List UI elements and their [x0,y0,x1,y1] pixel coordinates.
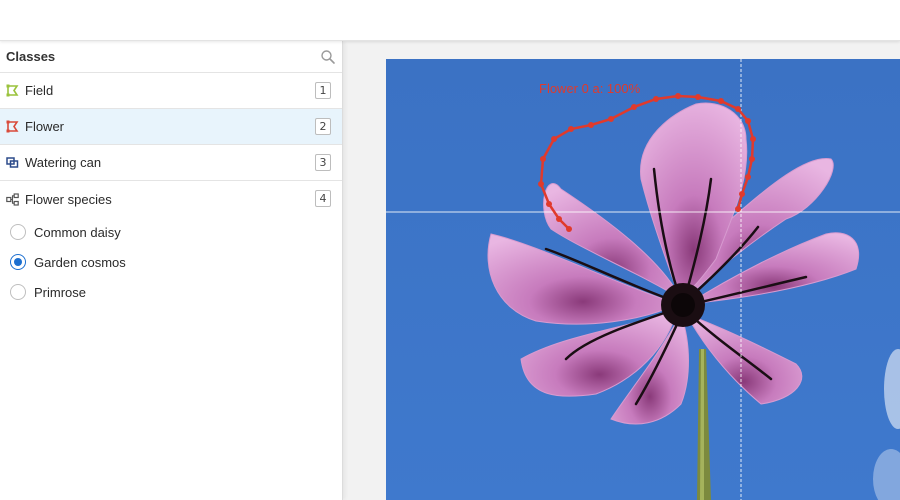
class-label: Watering can [25,155,102,170]
hotkey-badge: 4 [315,190,331,207]
annotated-image[interactable]: Flower 0 a: 100% [386,59,900,500]
class-item-watering-can[interactable]: Watering can 3 [0,145,342,181]
top-toolbar [0,0,900,41]
class-item-flower-species[interactable]: Flower species 4 [0,181,342,217]
option-primrose[interactable]: Primrose [0,277,342,307]
option-label: Garden cosmos [34,254,126,270]
class-label: Flower [25,119,65,134]
bounding-box-icon [6,84,19,97]
option-garden-cosmos[interactable]: Garden cosmos [0,247,342,277]
class-label: Field [25,83,54,98]
class-item-field[interactable]: Field 1 [0,73,342,109]
classes-header: Classes [0,41,342,73]
annotation-canvas[interactable]: Flower 0 a: 100% [343,41,900,500]
class-item-flower[interactable]: Flower 2 [0,109,342,145]
tag-tree-icon [6,192,19,206]
classes-panel: Classes Field 1 Flower 2 Watering can 3 … [0,41,343,500]
radio-button-selected[interactable] [10,254,26,270]
hotkey-badge: 2 [315,118,331,135]
classes-title: Classes [6,49,56,64]
cuboid-icon [6,156,19,169]
option-common-daisy[interactable]: Common daisy [0,217,342,247]
hotkey-badge: 3 [315,154,331,171]
polygon-icon [6,120,19,133]
option-label: Common daisy [34,224,121,240]
radio-button[interactable] [10,224,26,240]
search-icon[interactable] [320,49,336,65]
flower-image: Flower 0 a: 100% [386,59,900,500]
hotkey-badge: 1 [315,82,331,99]
radio-button[interactable] [10,284,26,300]
annotation-label: Flower 0 a: 100% [539,81,641,96]
class-label: Flower species [25,191,112,207]
option-label: Primrose [34,284,87,300]
